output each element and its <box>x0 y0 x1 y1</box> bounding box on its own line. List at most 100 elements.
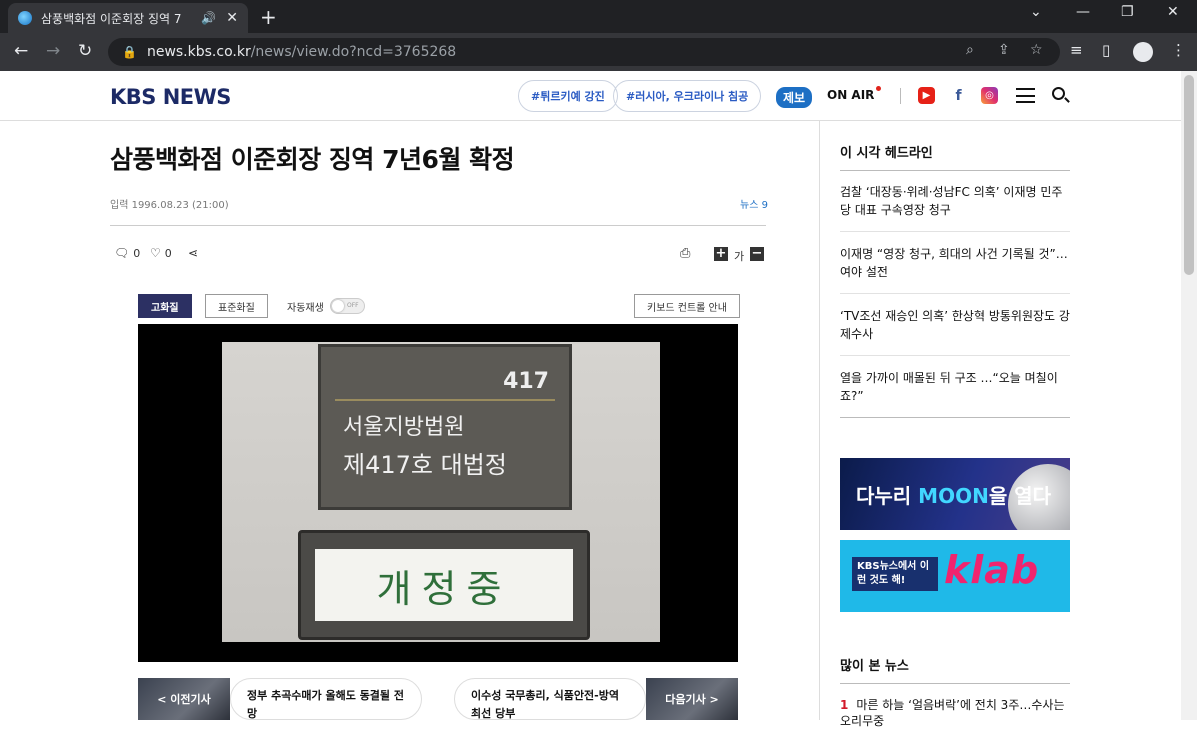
plaque-number: 417 <box>503 369 549 394</box>
media-control-icon[interactable]: ≡ <box>1070 41 1083 59</box>
plaque-courtroom: 제417호 대법정 <box>343 451 507 479</box>
headline-item[interactable]: 검찰 ‘대장동·위례·성남FC 의혹’ 이재명 민주당 대표 구속영장 청구 <box>840 183 1070 219</box>
like-count: 0 <box>164 246 172 260</box>
in-session-sign: 개정중 <box>298 530 590 640</box>
profile-avatar[interactable] <box>1133 42 1153 62</box>
sign-text: 개정중 <box>315 549 573 621</box>
onair-label: ON AIR <box>827 88 875 102</box>
headline-item[interactable]: 이재명 “영장 청구, 희대의 사건 기록될 것”…여야 설전 <box>840 245 1070 281</box>
sd-quality-button[interactable]: 표준화질 <box>205 294 268 318</box>
kbs-favicon-icon <box>18 11 32 25</box>
tab-search-icon[interactable]: ⌄ <box>1030 4 1042 20</box>
browser-tab[interactable]: 삼풍백화점 이준회장 징역 7 🔊 ✕ <box>8 3 248 33</box>
close-tab-icon[interactable]: ✕ <box>226 10 238 26</box>
video-player[interactable]: 417 서울지방법원 제417호 대법정 개정중 <box>138 324 738 662</box>
prev-article-thumb[interactable]: < 이전기사 <box>138 678 230 720</box>
restore-icon[interactable]: ❐ <box>1121 4 1134 20</box>
divider <box>840 683 1070 684</box>
url-host: news.kbs.co.kr <box>146 44 251 60</box>
next-article-thumb[interactable]: 다음기사 > <box>646 678 738 720</box>
plaque-line <box>335 399 555 401</box>
danuri-banner-text: 다누리 MOON을 열다 <box>856 480 1051 509</box>
banner-text-a: 다누리 <box>856 484 919 508</box>
browser-menu-icon[interactable]: ⋮ <box>1171 41 1186 59</box>
hamburger-menu-icon[interactable] <box>1016 88 1035 103</box>
share-icon: ⋖ <box>188 246 199 260</box>
bookmark-star-icon[interactable]: ☆ <box>1030 42 1043 58</box>
url-path: /news/view.do?ncd=3765268 <box>250 44 457 60</box>
article-title: 삼풍백화점 이준회장 징역 7년6월 확정 <box>110 145 515 174</box>
banner-text-b: MOON <box>918 484 989 508</box>
speaker-icon[interactable]: 🔊 <box>201 11 216 25</box>
facebook-icon[interactable]: f <box>950 87 967 104</box>
scrollbar-thumb[interactable] <box>1184 75 1194 275</box>
headline-item[interactable]: 열을 가까이 매몰된 뒤 구조 …“오늘 며칠이죠?” <box>840 369 1070 405</box>
heart-icon: ♡ <box>150 246 161 260</box>
browser-toolbar: ← → ↻ 🔒 news.kbs.co.kr/news/view.do?ncd=… <box>0 33 1197 71</box>
next-article-card[interactable]: 이수성 국무총리, 식품안전-방역 최선 당부 <box>454 678 646 720</box>
tab-title: 삼풍백화점 이준회장 징역 7 <box>41 11 182 26</box>
search-icon[interactable] <box>1052 87 1065 100</box>
popular-item[interactable]: 1 마른 하늘 ‘얼음벼락’에 전치 3주…수사는 오리무중 <box>840 697 1070 729</box>
banner-text-c: 을 열다 <box>988 484 1051 508</box>
print-icon[interactable]: ⎙ <box>680 246 690 261</box>
comment-button[interactable]: 🗨 0 <box>114 246 140 260</box>
address-bar[interactable]: 🔒 news.kbs.co.kr/news/view.do?ncd=376526… <box>108 38 1060 66</box>
headline-section-title: 이 시각 헤드라인 <box>840 146 933 161</box>
header-divider <box>900 88 901 104</box>
keyboard-help-button[interactable]: 키보드 컨트롤 안내 <box>634 294 740 318</box>
forward-icon[interactable]: → <box>46 41 60 61</box>
new-tab-icon[interactable]: + <box>260 5 277 29</box>
klab-banner[interactable]: KBS뉴스에서 이런 것도 해! klab <box>840 540 1070 612</box>
onair-link[interactable]: ON AIR <box>827 86 882 102</box>
prev-article-card[interactable]: 정부 추곡수매가 올해도 동결될 전망 <box>230 678 422 720</box>
tip-button[interactable]: 제보 <box>776 87 813 108</box>
browser-tab-bar: 삼풍백화점 이준회장 징역 7 🔊 ✕ + ⌄ — ❐ ✕ <box>0 0 1197 33</box>
share-button[interactable]: ⋖ <box>188 246 202 260</box>
comment-count: 0 <box>133 246 141 260</box>
share-icon[interactable]: ⇪ <box>998 42 1010 58</box>
article-date: 입력 1996.08.23 (21:00) <box>110 200 229 211</box>
video-frame: 417 서울지방법원 제417호 대법정 개정중 <box>222 342 660 642</box>
instagram-icon[interactable]: ◎ <box>981 87 998 104</box>
popular-title: 마른 하늘 ‘얼음벼락’에 전치 3주…수사는 오리무중 <box>840 698 1065 728</box>
font-size-label: 가 <box>734 250 745 263</box>
lock-icon: 🔒 <box>122 45 137 59</box>
window-close-icon[interactable]: ✕ <box>1167 4 1179 20</box>
back-icon[interactable]: ← <box>14 41 28 61</box>
program-link[interactable]: 뉴스 9 <box>740 196 768 211</box>
zoom-icon[interactable]: ⌕ <box>966 42 974 58</box>
divider <box>840 170 1070 171</box>
autoplay-toggle[interactable]: OFF <box>330 298 365 314</box>
popular-rank: 1 <box>840 698 849 712</box>
headline-item[interactable]: ‘TV조선 재승인 의혹’ 한상혁 방통위원장도 강제수사 <box>840 307 1070 343</box>
divider <box>840 231 1070 232</box>
comment-icon: 🗨 <box>114 246 130 260</box>
content-divider <box>819 121 820 720</box>
plaque-court-name: 서울지방법원 <box>343 415 465 440</box>
autoplay-label: 자동재생 <box>287 303 324 314</box>
hashtag-russia-ukraine[interactable]: #러시아, 우크라이나 침공 <box>613 80 762 112</box>
live-dot-icon <box>876 86 882 91</box>
divider <box>840 293 1070 294</box>
hashtag-turkiye[interactable]: #튀르키예 강진 <box>518 80 618 112</box>
kbs-news-logo[interactable]: KBS NEWS <box>110 85 231 109</box>
divider <box>840 417 1070 418</box>
site-header: KBS NEWS #튀르키예 강진 #러시아, 우크라이나 침공 제보 ON A… <box>0 71 1181 121</box>
page-scrollbar[interactable] <box>1181 71 1197 720</box>
klab-banner-text: KBS뉴스에서 이런 것도 해! <box>852 557 938 591</box>
danuri-banner[interactable]: 다누리 MOON을 열다 <box>840 458 1070 530</box>
font-decrease-icon[interactable]: − <box>750 247 764 261</box>
toggle-knob <box>332 300 344 312</box>
divider <box>840 355 1070 356</box>
courtroom-plaque: 417 서울지방법원 제417호 대법정 <box>318 344 572 510</box>
minimize-icon[interactable]: — <box>1076 4 1090 20</box>
klab-logo: klab <box>944 548 1040 592</box>
reload-icon[interactable]: ↻ <box>78 41 92 61</box>
youtube-icon[interactable]: ▶ <box>918 87 935 104</box>
like-button[interactable]: ♡ 0 <box>150 246 172 260</box>
hd-quality-button[interactable]: 고화질 <box>138 294 192 318</box>
toggle-state: OFF <box>347 302 359 309</box>
side-panel-icon[interactable]: ▯ <box>1102 41 1110 59</box>
font-increase-icon[interactable]: + <box>714 247 728 261</box>
